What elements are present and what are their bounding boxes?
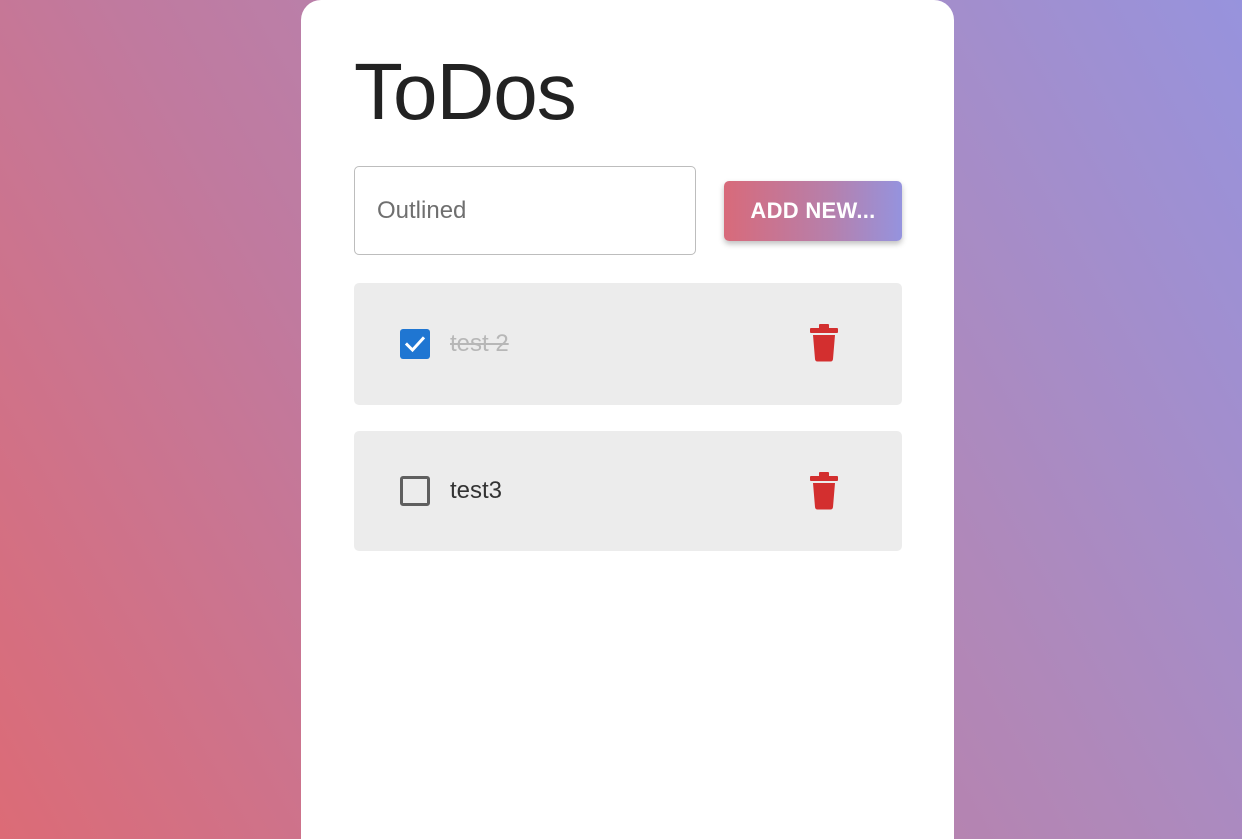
todo-label: test3 <box>450 477 503 504</box>
trash-icon <box>810 472 838 510</box>
delete-todo-button[interactable] <box>806 471 842 511</box>
add-new-button[interactable]: ADD NEW... <box>724 181 902 241</box>
trash-icon <box>810 324 838 362</box>
todo-card: ToDos ADD NEW... test 2 test3 <box>301 0 954 839</box>
check-icon <box>404 336 426 353</box>
todo-label: test 2 <box>450 330 509 357</box>
page-title: ToDos <box>354 47 577 136</box>
new-todo-input[interactable] <box>355 167 695 254</box>
todo-checkbox-checked[interactable] <box>400 329 430 359</box>
new-todo-field[interactable] <box>354 166 696 255</box>
todo-item: test3 <box>354 431 902 551</box>
delete-todo-button[interactable] <box>806 323 842 363</box>
todo-item: test 2 <box>354 283 902 405</box>
todo-checkbox-unchecked[interactable] <box>400 476 430 506</box>
